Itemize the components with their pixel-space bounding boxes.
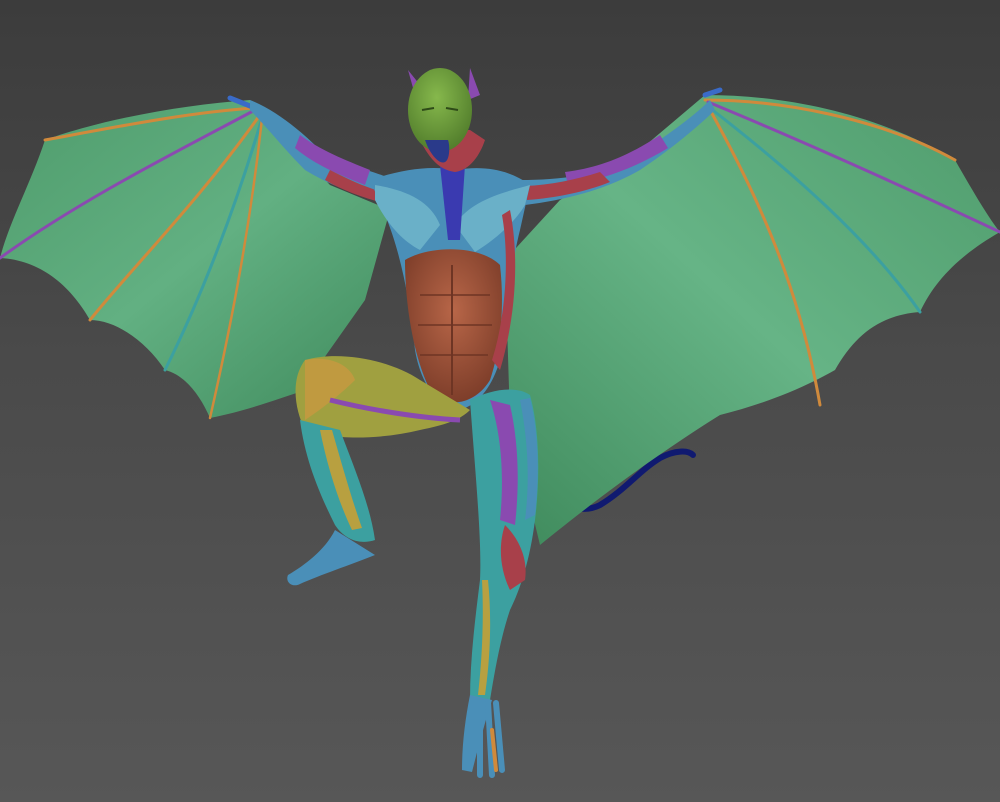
head — [408, 68, 485, 172]
right-leg — [462, 389, 539, 778]
sculpt-viewport — [0, 0, 1000, 802]
creature-render — [0, 68, 1000, 778]
right-wing-membrane — [505, 95, 1000, 545]
